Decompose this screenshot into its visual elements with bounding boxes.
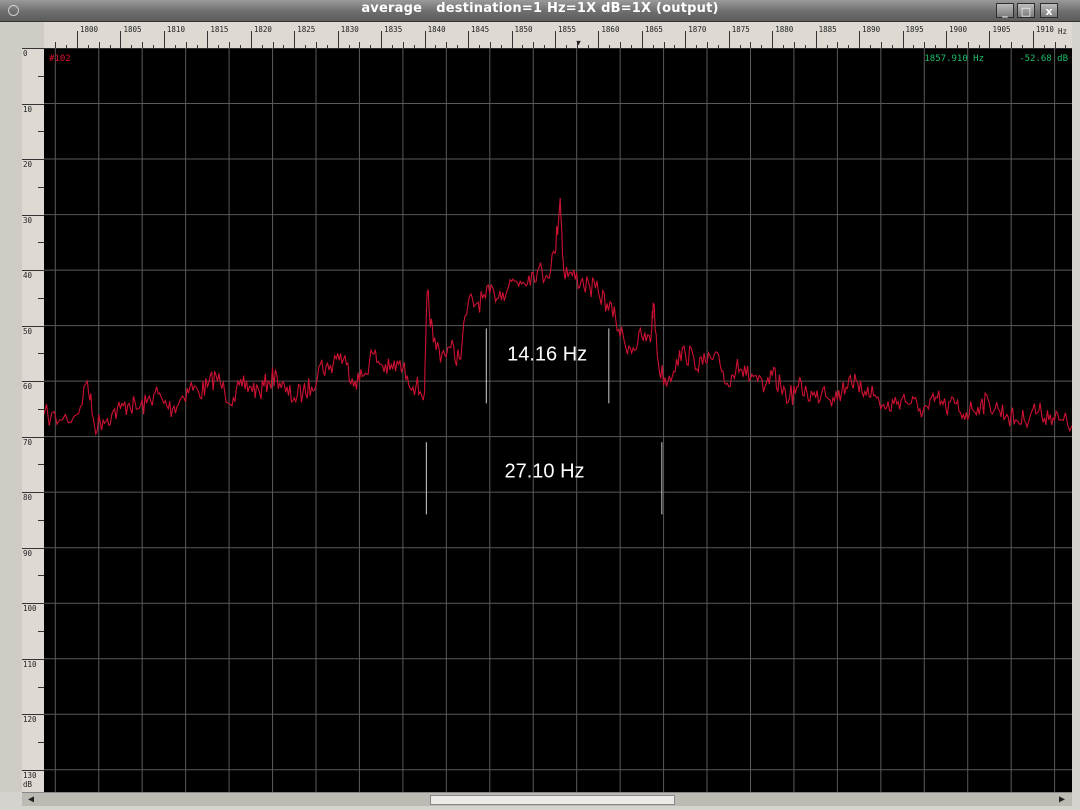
- frequency-tick-label: 1880: [775, 25, 794, 34]
- frequency-ruler-tick: [685, 31, 687, 48]
- frequency-ruler-tick: [902, 31, 904, 48]
- frequency-tick-label: 1835: [384, 25, 403, 34]
- frequency-ruler-tick: [598, 31, 600, 48]
- frequency-ruler-tick: [337, 31, 339, 48]
- spectrum-svg: 14.16 Hz 27.10 Hz #102 1857.910 Hz -52.6…: [44, 48, 1072, 792]
- cursor-level-readout: -52.68 dB: [1019, 54, 1068, 64]
- left-gutter: [0, 22, 22, 792]
- frequency-tick-label: 1815: [210, 25, 229, 34]
- window-title: average destination=1 Hz=1X dB=1X (outpu…: [361, 1, 719, 16]
- level-tick-label: 30: [23, 215, 33, 225]
- frequency-tick-label: 1800: [80, 25, 99, 34]
- frequency-tick-label: 1910: [1035, 25, 1054, 34]
- level-tick-label: 0: [23, 49, 28, 58]
- level-tick-label: 70: [23, 437, 33, 447]
- frequency-ruler-tick: [511, 31, 513, 48]
- horizontal-scrollbar[interactable]: ◀ ▶: [22, 792, 1072, 807]
- maximize-button[interactable]: □: [1017, 3, 1035, 18]
- level-tick-label: 80: [23, 493, 33, 503]
- frequency-tick-label: 1805: [123, 25, 142, 34]
- ruler-corner: [22, 22, 44, 48]
- level-tick-label: 40: [23, 271, 33, 281]
- frequency-ruler-tick: [250, 31, 252, 48]
- frequency-tick-label: 1830: [340, 25, 359, 34]
- level-tick-label: 120: [23, 715, 37, 725]
- frequency-tick-label: 1865: [644, 25, 663, 34]
- frequency-tick-label: 1870: [688, 25, 707, 34]
- frequency-ruler-tick: [1032, 31, 1034, 48]
- window-right-border: [1072, 22, 1080, 810]
- frequency-ruler-tick: [554, 31, 556, 48]
- trace-id-label: #102: [49, 54, 71, 64]
- scroll-left-arrow-icon[interactable]: ◀: [24, 794, 38, 806]
- level-tick-label: 50: [23, 326, 33, 336]
- frequency-tick-label: 1905: [992, 25, 1011, 34]
- frequency-ruler-tick: [945, 31, 947, 48]
- frequency-ruler-tick: [381, 31, 383, 48]
- frequency-tick-label: 1900: [948, 25, 968, 34]
- frequency-tick-label: 1850: [514, 25, 533, 34]
- frequency-tick-label: 1810: [166, 25, 185, 34]
- level-tick-label: 10: [23, 104, 33, 114]
- bandwidth-markers: 14.16 Hz 27.10 Hz: [425, 328, 663, 515]
- spectrum-trace: [44, 197, 1072, 436]
- level-tick-label: 100: [23, 604, 37, 614]
- level-unit-label: dB: [23, 780, 33, 789]
- level-tick-label: 110: [23, 659, 37, 669]
- frequency-tick-label: 1875: [731, 25, 750, 34]
- frequency-ruler-tick: [294, 31, 296, 48]
- level-tick-label: 20: [23, 160, 33, 170]
- frequency-tick-label: 1845: [471, 25, 490, 34]
- frequency-tick-label: 1890: [862, 25, 881, 34]
- frequency-tick-label: 1895: [905, 25, 924, 34]
- spectrum-plot[interactable]: 14.16 Hz 27.10 Hz #102 1857.910 Hz -52.6…: [44, 48, 1072, 792]
- frequency-tick-label: 1885: [818, 25, 837, 34]
- frequency-tick-label: 1855: [557, 25, 577, 34]
- close-button[interactable]: x: [1040, 3, 1058, 18]
- window-bottom-border: [0, 806, 1080, 810]
- frequency-ruler-tick: [989, 31, 991, 48]
- frequency-ruler-tick: [424, 31, 426, 48]
- cursor-frequency-readout: 1857.910 Hz: [924, 54, 984, 64]
- frequency-ruler[interactable]: 1800 1805 1810 1815 1820 1825 1830 1835 1840 1845…: [44, 22, 1072, 49]
- frequency-ruler-tick: [859, 31, 861, 48]
- frequency-ruler-tick: [77, 31, 79, 48]
- minimize-button[interactable]: _: [996, 3, 1014, 18]
- level-ruler[interactable]: 0 10 20 30 40 50 60 70 80 90 100 110 120 130 dB: [22, 48, 45, 792]
- frequency-tick-label: 1860: [601, 25, 620, 34]
- inner-width-label: 14.16 Hz: [507, 344, 587, 366]
- frequency-ruler-tick: [120, 31, 122, 48]
- frequency-ruler-tick: [207, 31, 209, 48]
- frequency-tick-label: 1825: [297, 25, 316, 34]
- frequency-tick-label: 1820: [253, 25, 272, 34]
- frequency-ruler-tick: [772, 31, 774, 48]
- outer-width-label: 27.10 Hz: [504, 461, 584, 483]
- frequency-ruler-tick: [641, 31, 643, 48]
- frequency-tick-label: 1840: [427, 25, 446, 34]
- frequency-ruler-tick: [728, 31, 730, 48]
- level-tick-label: 90: [23, 548, 33, 558]
- frequency-ruler-tick: [468, 31, 470, 48]
- frequency-ruler-tick: [163, 31, 165, 48]
- frequency-ruler-tick: [815, 31, 817, 48]
- scroll-right-arrow-icon[interactable]: ▶: [1055, 794, 1069, 806]
- level-tick-label: 130: [23, 770, 37, 780]
- cursor-caret-icon[interactable]: ▼: [576, 38, 581, 47]
- frequency-unit-label: Hz: [1058, 27, 1068, 36]
- window-title-bar[interactable]: average destination=1 Hz=1X dB=1X (outpu…: [0, 0, 1080, 22]
- level-tick-label: 60: [23, 382, 33, 392]
- scrollbar-thumb[interactable]: [430, 795, 675, 805]
